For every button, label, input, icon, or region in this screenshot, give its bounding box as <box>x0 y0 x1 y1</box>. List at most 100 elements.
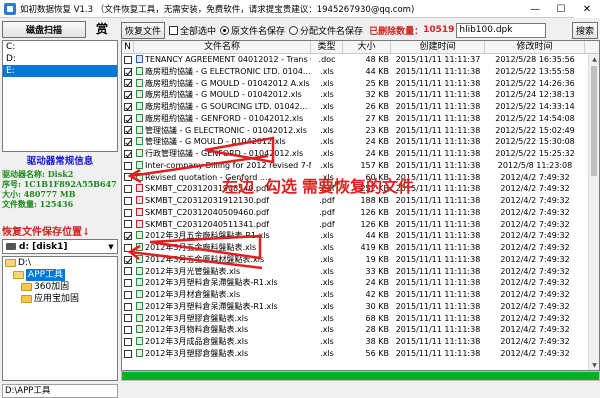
save-distribute-label[interactable]: 分配文件名保存 <box>300 24 363 37</box>
file-table[interactable]: N 文件名称 类型 大小 创建时间 修改时间 TENANCY AGREEMENT… <box>121 40 600 371</box>
row-checkbox[interactable] <box>124 314 132 323</box>
table-row[interactable]: SKMBT_C20312040511341.pdf .pdf 126 KB 2015/… <box>122 219 599 231</box>
row-checkbox[interactable] <box>124 302 132 311</box>
row-checkbox[interactable] <box>124 55 132 64</box>
save-distribute-radio[interactable] <box>289 25 299 35</box>
header-size[interactable]: 大小 <box>343 41 391 53</box>
folder-tree[interactable]: D:\ APP工具 360加固 应用宝加固 <box>2 256 118 381</box>
row-checkbox[interactable] <box>124 196 132 205</box>
row-checkbox-cell[interactable] <box>122 54 134 66</box>
row-checkbox[interactable] <box>124 173 132 182</box>
row-checkbox-cell[interactable] <box>122 289 134 301</box>
row-checkbox-cell[interactable] <box>122 195 134 207</box>
select-all-label[interactable]: 全部选中 <box>180 24 216 37</box>
header-type[interactable]: 类型 <box>311 41 343 53</box>
disk-scan-button[interactable]: 磁盘扫描 <box>2 21 86 38</box>
reward-button[interactable]: 赏 <box>86 21 118 38</box>
row-checkbox-cell[interactable] <box>122 89 134 101</box>
table-row[interactable]: 2012年3月五金原料材盤點表.xls .xls 19 KB 2015/11/11 1… <box>122 254 599 266</box>
header-modified[interactable]: 修改时间 <box>485 41 585 53</box>
row-checkbox-cell[interactable] <box>122 160 134 172</box>
vertical-scrollbar[interactable]: ▲ ▼ <box>588 54 599 370</box>
table-row[interactable]: 廠房租約協議 - G ELECTRONIC LTD. 0104... .xls 44… <box>122 66 599 78</box>
row-checkbox[interactable] <box>124 279 132 288</box>
row-checkbox-cell[interactable] <box>122 254 134 266</box>
row-checkbox[interactable] <box>124 102 132 111</box>
row-checkbox-cell[interactable] <box>122 336 134 348</box>
minimize-button[interactable]: — <box>522 0 548 18</box>
row-checkbox-cell[interactable] <box>122 78 134 90</box>
row-checkbox-cell[interactable] <box>122 183 134 195</box>
row-checkbox-cell[interactable] <box>122 66 134 78</box>
table-row[interactable]: 2012年3月光管盤點表.xls .xls 33 KB 2015/11/11 11:1… <box>122 266 599 278</box>
row-checkbox[interactable] <box>124 91 132 100</box>
table-row[interactable]: 廠房租約協議 - G MOULD - 01042012.xls .xls 32 KB… <box>122 89 599 101</box>
search-button[interactable]: 搜索 <box>571 21 598 39</box>
row-checkbox[interactable] <box>124 149 132 158</box>
row-checkbox-cell[interactable] <box>122 230 134 242</box>
close-button[interactable]: ✕ <box>574 0 600 18</box>
table-row[interactable]: SKMBT_C20312040509460.pdf .pdf 126 KB 2015/… <box>122 207 599 219</box>
scroll-thumb[interactable] <box>591 66 597 176</box>
table-row[interactable]: 2012年3月塑膠倉盤點表.xls .xls 56 KB 2015/11/11 11:… <box>122 348 599 360</box>
table-row[interactable]: Inter-company Billing for 2012 revised 7… <box>122 160 599 172</box>
row-checkbox-cell[interactable] <box>122 266 134 278</box>
row-checkbox-cell[interactable] <box>122 348 134 360</box>
header-created[interactable]: 创建时间 <box>391 41 485 53</box>
drive-item[interactable]: D: <box>3 53 117 65</box>
row-checkbox-cell[interactable] <box>122 101 134 113</box>
row-checkbox-cell[interactable] <box>122 136 134 148</box>
row-checkbox-cell[interactable] <box>122 125 134 137</box>
tree-item-root[interactable]: D:\ <box>3 257 117 269</box>
table-row[interactable]: 2012年3月五金廠料盤點表-R1.xls .xls 44 KB 2015/11/11… <box>122 230 599 242</box>
table-row[interactable]: 2012年3月材倉盤點表.xls .xls 42 KB 2015/11/11 11:1… <box>122 289 599 301</box>
table-row[interactable]: 管理協議 - G ELECTRONIC - 01042012.xls .xls 23… <box>122 125 599 137</box>
table-row[interactable]: 2012年3月塑料倉呆滯盤點表-R1.xls .xls 24 KB 2015/11/1… <box>122 277 599 289</box>
row-checkbox[interactable] <box>124 67 132 76</box>
row-checkbox[interactable] <box>124 349 132 358</box>
table-row[interactable]: 2012年3月塑料倉呆滯盤點表-R1.xls .xls 30 KB 2015/11/1… <box>122 301 599 313</box>
select-all-checkbox[interactable] <box>169 25 179 35</box>
row-checkbox[interactable] <box>124 208 132 217</box>
save-original-label[interactable]: 原文件名保存 <box>231 24 285 37</box>
table-row[interactable]: 2012年3月五金廠料盤點表.xls .xls 419 KB 2015/11/11 1… <box>122 242 599 254</box>
scroll-up-icon[interactable]: ▲ <box>589 54 599 65</box>
save-original-radio[interactable] <box>220 25 230 35</box>
drive-item[interactable]: C: <box>3 41 117 53</box>
table-row[interactable]: 管理協議 - G MOULD - 01042012.xls .xls 24 KB 20… <box>122 136 599 148</box>
table-row[interactable]: 廠房租約協議 - G MOULD - 01042012 A.xls .xls 25 … <box>122 78 599 90</box>
row-checkbox-cell[interactable] <box>122 207 134 219</box>
row-checkbox-cell[interactable] <box>122 113 134 125</box>
row-checkbox[interactable] <box>124 326 132 335</box>
drive-item-selected[interactable]: E: <box>3 65 117 77</box>
chevron-down-icon[interactable]: ▼ <box>105 240 117 253</box>
maximize-button[interactable]: ☐ <box>548 0 574 18</box>
row-checkbox[interactable] <box>124 337 132 346</box>
table-row[interactable]: 2012年3月成品倉盤點表.xls .xls 38 KB 2015/11/11 11:… <box>122 336 599 348</box>
scroll-down-icon[interactable]: ▼ <box>589 360 599 370</box>
row-checkbox-cell[interactable] <box>122 172 134 184</box>
table-row[interactable]: 行政管理協議 - GENFORD - 01042012.xls .xls 24 KB… <box>122 148 599 160</box>
header-name[interactable]: 文件名称 <box>134 41 311 53</box>
row-checkbox[interactable] <box>124 161 132 170</box>
recover-files-button[interactable]: 恢复文件 <box>121 21 166 39</box>
disk-select[interactable]: d: [disk1] ▼ <box>2 239 118 254</box>
header-n[interactable]: N <box>122 41 134 53</box>
drive-list[interactable]: C: D: E: <box>2 40 118 152</box>
row-checkbox-cell[interactable] <box>122 219 134 231</box>
table-row[interactable]: 廠房租約協議 - G SOURCING LTD. 01042... .xls 26 … <box>122 101 599 113</box>
tree-item-360[interactable]: 360加固 <box>3 281 117 293</box>
row-checkbox-cell[interactable] <box>122 242 134 254</box>
row-checkbox[interactable] <box>124 243 132 252</box>
table-row[interactable]: 2012年3月塑膠倉盤點表.xls .xls 68 KB 2015/11/11 11:… <box>122 313 599 325</box>
row-checkbox-cell[interactable] <box>122 301 134 313</box>
row-checkbox[interactable] <box>124 114 132 123</box>
row-checkbox[interactable] <box>124 79 132 88</box>
row-checkbox[interactable] <box>124 232 132 241</box>
table-row[interactable]: TENANCY AGREEMENT 04012012 - Trans G....… <box>122 54 599 66</box>
table-row[interactable]: 2012年3月物料倉盤點表.xls .xls 28 KB 2015/11/11 11:… <box>122 324 599 336</box>
row-checkbox[interactable] <box>124 255 132 264</box>
row-checkbox[interactable] <box>124 126 132 135</box>
row-checkbox[interactable] <box>124 267 132 276</box>
row-checkbox[interactable] <box>124 290 132 299</box>
